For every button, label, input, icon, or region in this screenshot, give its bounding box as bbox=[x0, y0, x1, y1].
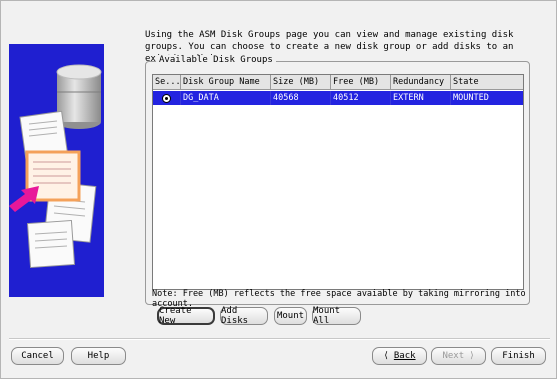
help-button[interactable]: Help bbox=[71, 347, 126, 365]
next-arrow-icon: ⟩ bbox=[469, 351, 475, 361]
available-disk-groups-panel: Available Disk Groups Se... Disk Group N… bbox=[145, 55, 530, 309]
table-header: Se... Disk Group Name Size (MB) Free (MB… bbox=[153, 75, 523, 90]
column-header-name[interactable]: Disk Group Name bbox=[181, 75, 271, 89]
asm-illustration bbox=[9, 44, 104, 297]
wizard-window: Using the ASM Disk Groups page you can v… bbox=[0, 0, 557, 379]
next-button[interactable]: Next ⟩ bbox=[431, 347, 486, 365]
cell-state: MOUNTED bbox=[453, 93, 489, 103]
mount-button[interactable]: Mount bbox=[274, 307, 307, 325]
finish-button[interactable]: Finish bbox=[491, 347, 546, 365]
column-header-state[interactable]: State bbox=[451, 75, 521, 89]
back-label: Back bbox=[393, 351, 416, 361]
next-label: Next bbox=[442, 351, 465, 361]
back-arrow-icon: ⟨ bbox=[383, 351, 389, 361]
panel-title: Available Disk Groups bbox=[156, 55, 276, 65]
cell-redundancy: EXTERN bbox=[391, 91, 451, 105]
row-select-cell[interactable] bbox=[153, 91, 181, 105]
disk-groups-table: Se... Disk Group Name Size (MB) Free (MB… bbox=[152, 74, 524, 290]
table-row[interactable]: DG_DATA 40568 40512 EXTERN MOUNTED bbox=[153, 91, 523, 105]
back-button[interactable]: ⟨ Back bbox=[372, 347, 427, 365]
cancel-button[interactable]: Cancel bbox=[11, 347, 64, 365]
cell-name: DG_DATA bbox=[181, 91, 271, 105]
column-header-size[interactable]: Size (MB) bbox=[271, 75, 331, 89]
column-header-free[interactable]: Free (MB) bbox=[331, 75, 391, 89]
database-documents-image bbox=[9, 64, 102, 269]
footer-divider bbox=[9, 338, 550, 340]
mount-all-button[interactable]: Mount All bbox=[312, 306, 361, 326]
cell-free: 40512 bbox=[331, 91, 391, 105]
column-header-select[interactable]: Se... bbox=[153, 75, 181, 89]
column-header-redundancy[interactable]: Redundancy bbox=[391, 75, 451, 89]
radio-selected-icon[interactable] bbox=[162, 94, 171, 103]
add-disks-button[interactable]: Add Disks bbox=[220, 306, 268, 326]
create-new-button[interactable]: Create New bbox=[157, 306, 215, 326]
cell-size: 40568 bbox=[271, 91, 331, 105]
